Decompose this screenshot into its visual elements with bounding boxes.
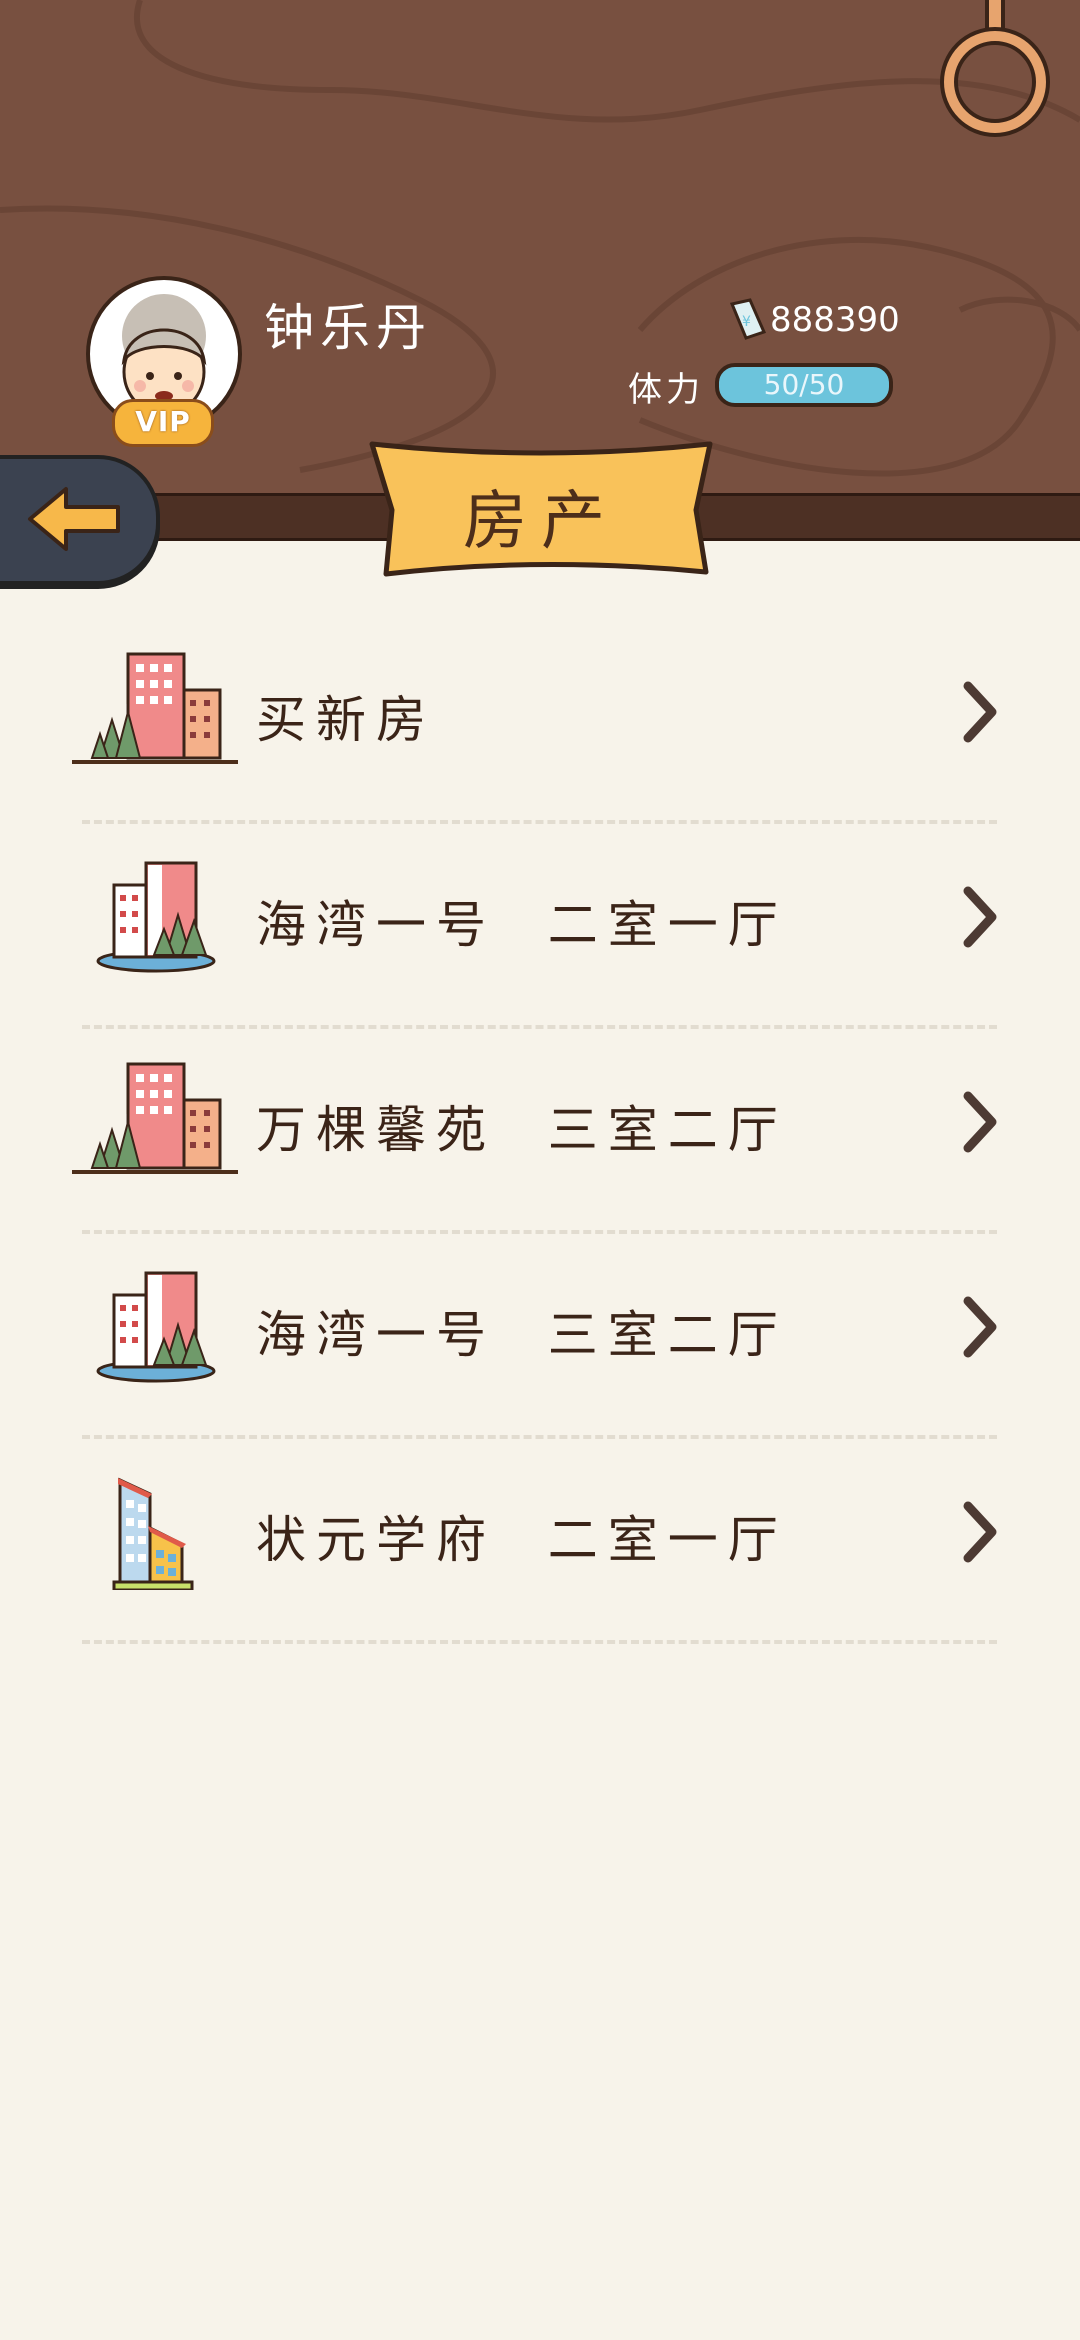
divider <box>82 1435 997 1439</box>
vip-badge: VIP <box>112 399 214 447</box>
list-item-label: 海湾一号 三室二厅 <box>256 1306 788 1364</box>
page-title: 房产 <box>463 485 619 559</box>
list-item-house-3[interactable]: 海湾一号 三室二厅 <box>0 1235 1080 1440</box>
list-item-label: 状元学府 二室一厅 <box>256 1511 788 1569</box>
back-arrow-icon <box>28 487 120 551</box>
cash-icon: ¥ <box>729 298 767 340</box>
seaside-buildings-icon <box>96 861 216 973</box>
list-item-house-1[interactable]: 海湾一号 二室一厅 <box>0 825 1080 1030</box>
tower-buildings-icon <box>112 1477 194 1590</box>
divider <box>82 1640 997 1644</box>
chevron-right-icon <box>963 1091 997 1153</box>
city-buildings-icon <box>72 652 238 764</box>
list-item-house-2[interactable]: 万棵馨苑 三室二厅 <box>0 1030 1080 1235</box>
divider <box>82 820 997 824</box>
chevron-right-icon <box>963 681 997 743</box>
chevron-right-icon <box>963 886 997 948</box>
stamina-bar: 50/50 <box>715 363 893 407</box>
back-button[interactable] <box>0 455 160 585</box>
list-item-label: 万棵馨苑 三室二厅 <box>256 1101 788 1159</box>
stamina-label: 体力 <box>628 370 704 410</box>
chevron-right-icon <box>963 1501 997 1563</box>
list-item-label: 买新房 <box>256 691 436 749</box>
money-value: 888390 <box>770 300 900 340</box>
svg-text:¥: ¥ <box>742 314 751 330</box>
stamina-value: 50/50 <box>763 368 845 401</box>
list-item-buy-new-house[interactable]: 买新房 <box>0 620 1080 825</box>
list-item-house-4[interactable]: 状元学府 二室一厅 <box>0 1440 1080 1645</box>
seaside-buildings-icon <box>96 1271 216 1383</box>
list-item-label: 海湾一号 二室一厅 <box>256 896 788 954</box>
settings-ring-icon[interactable] <box>935 0 1055 140</box>
divider <box>82 1230 997 1234</box>
divider <box>82 1025 997 1029</box>
player-name: 钟乐丹 <box>264 299 432 357</box>
chevron-right-icon <box>963 1296 997 1358</box>
city-buildings-icon <box>72 1062 238 1174</box>
